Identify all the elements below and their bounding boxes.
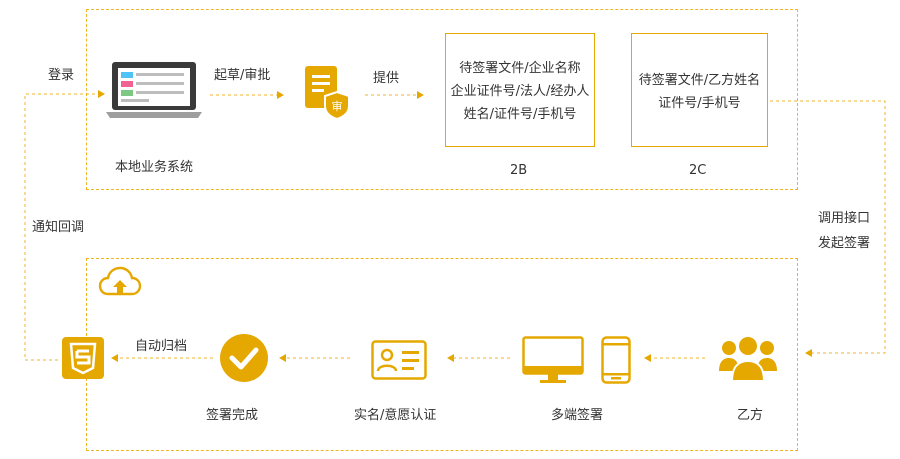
cloud-upload-icon — [98, 266, 142, 298]
real-name-verify-label: 实名/意愿认证 — [354, 408, 437, 423]
notify-callback-label: 通知回调 — [32, 220, 85, 235]
caption-2b: 2B — [510, 163, 528, 178]
monitor-icon — [522, 336, 584, 384]
individual-info-box: 待签署文件/乙方姓名 证件号/手机号 — [631, 33, 768, 147]
local-system-label: 本地业务系统 — [115, 160, 194, 175]
login-label: 登录 — [48, 68, 75, 83]
id-card-icon — [371, 340, 427, 380]
enterprise-info-line-3: 姓名/证件号/手机号 — [463, 107, 577, 122]
call-api-label: 调用接口 — [818, 211, 871, 226]
svg-text:审: 审 — [332, 99, 343, 113]
start-sign-label: 发起签署 — [818, 236, 871, 251]
cloud-sign-region — [86, 258, 798, 451]
provide-label: 提供 — [373, 71, 400, 86]
users-icon — [719, 335, 777, 382]
enterprise-info-line-2: 企业证件号/法人/经办人 — [450, 84, 590, 99]
archive-shield-icon — [62, 337, 104, 379]
draft-approve-label: 起草/审批 — [214, 68, 271, 83]
individual-info-line-1: 待签署文件/乙方姓名 — [638, 73, 761, 88]
individual-info-line-2: 证件号/手机号 — [658, 96, 741, 111]
sign-complete-label: 签署完成 — [206, 408, 259, 423]
party-b-label: 乙方 — [737, 408, 764, 423]
multi-sign-label: 多端签署 — [551, 408, 604, 423]
audit-document-icon: 审 — [303, 66, 351, 121]
phone-icon — [601, 336, 631, 384]
check-circle-icon — [219, 333, 269, 383]
laptop-icon — [106, 60, 202, 120]
enterprise-info-line-1: 待签署文件/企业名称 — [459, 61, 581, 76]
caption-2c: 2C — [689, 163, 707, 178]
auto-archive-label: 自动归档 — [135, 339, 188, 354]
enterprise-info-box: 待签署文件/企业名称 企业证件号/法人/经办人 姓名/证件号/手机号 — [445, 33, 595, 147]
